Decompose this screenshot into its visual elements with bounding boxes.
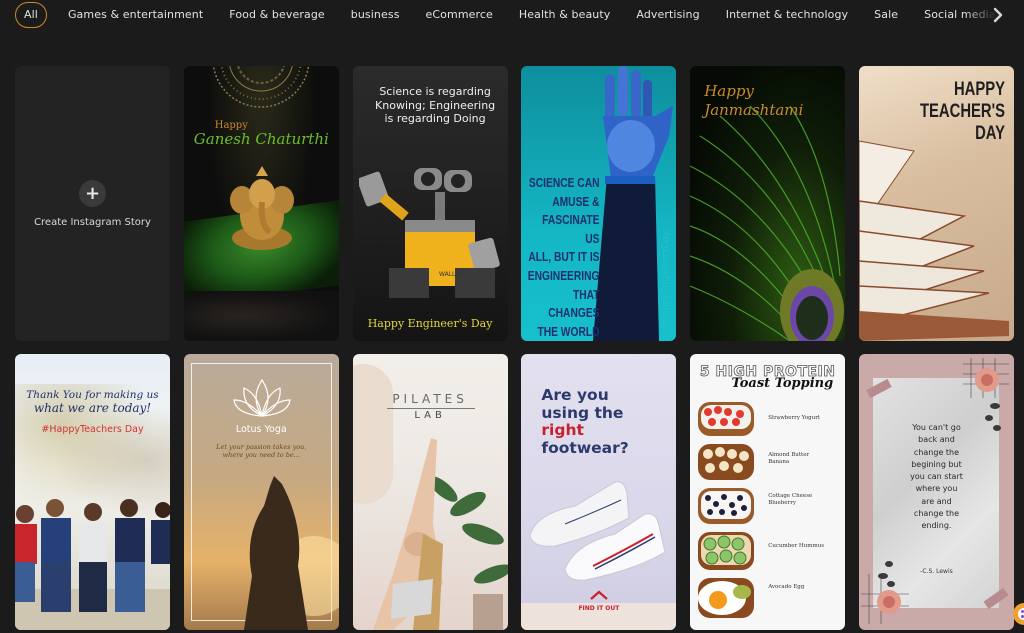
soil-image (183, 291, 339, 341)
lotus-brand-text: Lotus Yoga (235, 424, 287, 435)
lotus-tagline-line: where you need to be... (222, 451, 300, 459)
chevron-right-icon (993, 7, 1003, 23)
toast-images (698, 402, 755, 618)
tab-sale[interactable]: Sale (861, 2, 911, 28)
footwear-headline: Are you using the right footwear? (541, 386, 629, 457)
chat-icon (1018, 608, 1024, 620)
ganesha-idol-image (229, 166, 294, 250)
hand-quote: SCIENCE CAN AMUSE & FASCINATE US ALL, BU… (528, 174, 600, 341)
template-card-engineers-day-hand[interactable]: SCIENCE CAN AMUSE & FASCINATE US ALL, BU… (521, 66, 677, 341)
toast-item-2: Almond Butter Banana (768, 452, 810, 465)
thankyou-line: what we are today! (33, 401, 152, 415)
thankyou-hashtag: #HappyTeachers Day (41, 424, 144, 435)
janmashtami-happy: Happy (704, 82, 754, 100)
toast-item-3: Cottage Cheese Blueberry (768, 493, 813, 506)
create-instagram-story-card[interactable]: + Create Instagram Story (15, 66, 170, 341)
pilates-divider (386, 408, 475, 409)
hand-quote-line: THE WORLD (537, 324, 600, 339)
students-group-image (15, 499, 170, 630)
lewis-quote-line: change the (913, 509, 960, 519)
toast-item-4: Cucumber Hummus (768, 543, 825, 549)
tab-food-beverage[interactable]: Food & beverage (216, 2, 338, 28)
template-card-cs-lewis-quote[interactable]: You can't go back and change the beginin… (858, 354, 1014, 630)
lewis-quote-line: begining but (911, 459, 962, 469)
lewis-quote-line: change the (913, 447, 960, 457)
next-categories-button[interactable] (988, 4, 1008, 26)
lewis-quote-line: ending. (921, 521, 952, 531)
footwear-headline-line: footwear? (541, 438, 629, 457)
pilates-subtitle: LAB (414, 410, 446, 421)
svg-text:WALL·E: WALL·E (439, 271, 461, 278)
walle-footer-text: Happy Engineer's Day (367, 317, 493, 330)
yoga-silhouette-image (243, 476, 339, 630)
teachers-day-line: TEACHER'S (919, 101, 1005, 122)
walle-quote-line: Science is regarding (379, 85, 491, 98)
footwear-cta-text[interactable]: FIND IT OUT (521, 605, 676, 612)
thankyou-title: Thank You for making us what we are toda… (15, 389, 170, 415)
hand-hashtag: #HappyEngineersDay (661, 230, 672, 330)
pilates-woman-image (372, 438, 508, 630)
tab-advertising[interactable]: Advertising (623, 2, 712, 28)
tab-business[interactable]: business (338, 2, 413, 28)
hand-quote-line: ENGINEERING (527, 268, 600, 283)
template-grid: + Create Instagram Story Happy Ganesh Ch… (15, 66, 1014, 630)
lewis-quote: You can't go back and change the beginin… (859, 422, 1014, 533)
toast-item-5: Avocado Egg (768, 584, 805, 590)
lewis-quote-line: are and (921, 496, 952, 506)
plus-icon: + (79, 179, 106, 207)
flower-decoration-bottom (860, 561, 909, 624)
tab-internet-technology[interactable]: Internet & technology (713, 2, 861, 28)
hand-quote-line: SCIENCE CAN (528, 176, 600, 190)
teachers-day-line: DAY (975, 123, 1005, 144)
tab-ecommerce[interactable]: eCommerce (413, 2, 506, 28)
open-book-image (858, 140, 1009, 341)
sneakers-image (529, 481, 666, 581)
walle-quote: Science is regarding Knowing; Engineerin… (358, 85, 508, 126)
template-card-pilates-lab[interactable]: PILATES LAB (352, 354, 508, 630)
template-card-lotus-yoga[interactable]: Lotus Yoga Let your passion takes you, w… (183, 354, 339, 630)
hand-quote-line: THAT CHANGES (548, 287, 600, 321)
template-card-teachers-day-thankyou[interactable]: Thank You for making us what we are toda… (15, 354, 170, 630)
tab-games-entertainment[interactable]: Games & entertainment (55, 2, 216, 28)
tab-all[interactable]: All (15, 2, 47, 28)
create-story-label: Create Instagram Story (34, 216, 151, 228)
template-card-teachers-day-book[interactable]: HAPPY TEACHER'S DAY (858, 66, 1014, 341)
hand-quote-line: FASCINATE US (542, 213, 600, 246)
footwear-headline-line: using the (541, 403, 624, 422)
lotus-logo-icon (233, 378, 291, 418)
footwear-headline-highlight: right (541, 421, 584, 439)
hand-quote-line: AMUSE & (552, 194, 600, 209)
toast-subtitle: Toast Topping (731, 376, 834, 391)
janmashtami-title: Happy Janmashtami (704, 82, 803, 120)
template-card-toast-topping[interactable]: 5 HIGH PROTEIN Toast Topping Strawberry … (690, 354, 846, 630)
template-card-ganesh-chaturthi[interactable]: Happy Ganesh Chaturthi (183, 66, 339, 341)
hand-quote-line: ALL, BUT IT IS (528, 250, 600, 265)
template-card-footwear[interactable]: Are you using the right footwear? FIND I… (521, 354, 677, 630)
walle-quote-line: Knowing; Engineering (375, 98, 496, 112)
pilates-title: PILATES (392, 392, 468, 406)
tab-health-beauty[interactable]: Health & beauty (506, 2, 623, 28)
template-card-engineers-day-walle[interactable]: Science is regarding Knowing; Engineerin… (352, 66, 508, 341)
lotus-tagline-line: Let your passion takes you, (216, 443, 307, 451)
floating-help-button[interactable] (1013, 603, 1024, 625)
chevron-up-icon (590, 590, 609, 600)
toast-item-1: Strawberry Yogurt (768, 415, 821, 421)
lewis-quote-line: back and (918, 435, 955, 445)
lotus-tagline: Let your passion takes you, where you ne… (184, 443, 339, 459)
footwear-headline-line: Are you (541, 386, 609, 404)
ganesh-title-text: Ganesh Chaturthi (193, 130, 329, 148)
lewis-author: -C.S. Lewis (920, 568, 953, 575)
template-card-janmashtami[interactable]: Happy Janmashtami (690, 66, 846, 341)
category-tabs: All Games & entertainment Food & beverag… (0, 0, 1024, 30)
teachers-day-title: HAPPY TEACHER'S DAY (920, 79, 1005, 145)
walle-quote-line: is regarding Doing (384, 112, 486, 125)
teachers-day-line: HAPPY (953, 79, 1005, 100)
janmashtami-name: Janmashtami (704, 101, 804, 119)
mandala-decoration (212, 66, 310, 108)
walle-robot-image: WALL·E (358, 168, 500, 298)
peacock-feather-image (690, 106, 845, 341)
lewis-quote-line: you can start (910, 472, 963, 482)
lewis-quote-line: You can't go (912, 423, 961, 432)
lewis-quote-line: where you (915, 484, 958, 494)
